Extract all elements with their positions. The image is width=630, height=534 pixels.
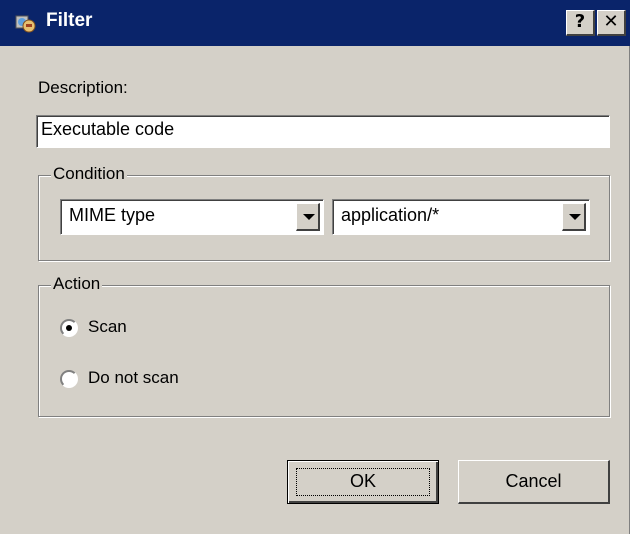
filter-dialog: Filter ? ✕ Description: Executable code …	[0, 0, 630, 534]
action-legend: Action	[51, 274, 103, 294]
chevron-down-icon[interactable]	[562, 203, 586, 231]
filter-app-icon	[15, 15, 36, 33]
description-label: Description:	[38, 78, 128, 97]
chevron-down-icon[interactable]	[296, 203, 320, 231]
condition-value-value: application/*	[341, 205, 440, 225]
do-not-scan-radio[interactable]	[60, 370, 78, 388]
condition-field-value: MIME type	[69, 205, 156, 225]
cancel-label: Cancel	[505, 471, 562, 491]
ok-button[interactable]: OK	[287, 460, 439, 504]
scan-radio[interactable]	[60, 319, 78, 337]
description-input[interactable]: Executable code	[36, 115, 610, 148]
focus-rect	[296, 468, 430, 496]
radio-dot	[66, 325, 72, 331]
help-button[interactable]: ?	[566, 10, 595, 36]
window-title: Filter	[46, 10, 93, 31]
condition-legend: Condition	[51, 164, 127, 184]
condition-value-select[interactable]: application/*	[332, 199, 590, 235]
action-group	[38, 285, 610, 417]
cancel-button[interactable]: Cancel	[458, 460, 610, 504]
title-bar[interactable]: Filter ? ✕	[0, 0, 630, 46]
close-button[interactable]: ✕	[597, 10, 626, 36]
do-not-scan-label[interactable]: Do not scan	[88, 368, 179, 388]
scan-label[interactable]: Scan	[88, 317, 127, 337]
condition-field-select[interactable]: MIME type	[60, 199, 324, 235]
